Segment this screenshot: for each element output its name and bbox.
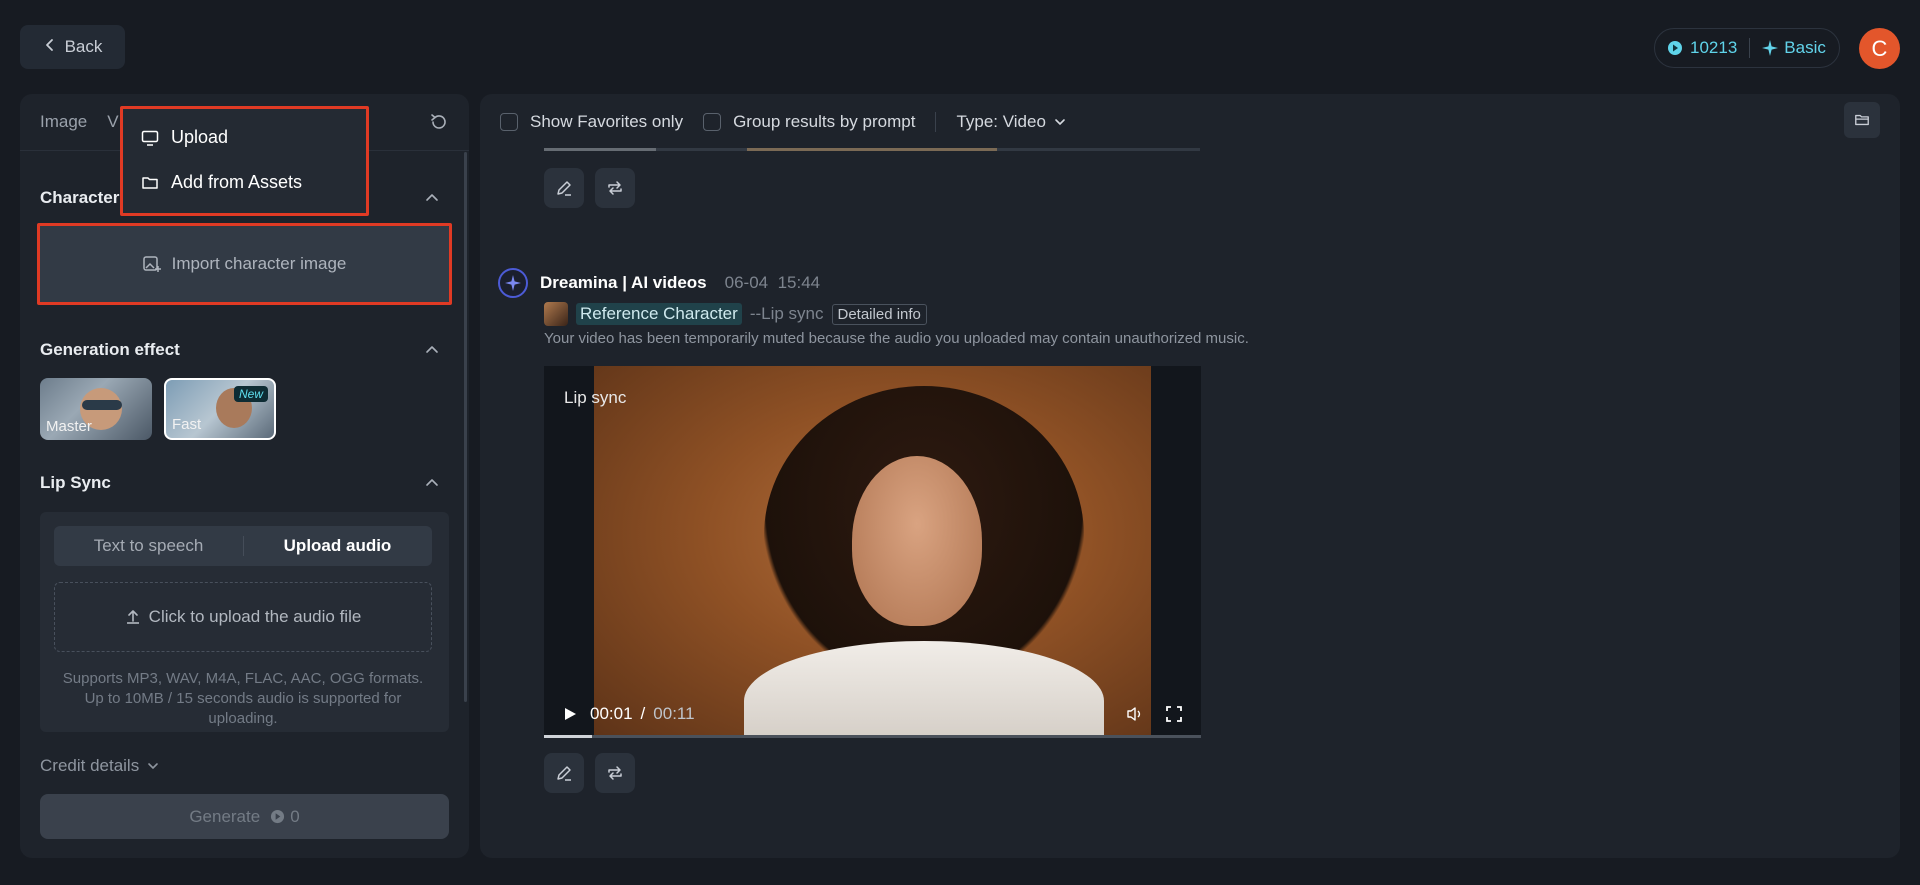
chevron-left-icon — [43, 37, 57, 57]
upload-audio-tab[interactable]: Upload audio — [243, 526, 432, 566]
video-player[interactable]: Lip sync 00:01 / 00:11 — [544, 366, 1201, 738]
effect-master-option[interactable]: Master — [40, 378, 152, 440]
refresh-icon[interactable] — [429, 112, 449, 132]
current-time: 00:01 — [590, 704, 633, 723]
muted-notice: Your video has been temporarily muted be… — [544, 330, 1249, 347]
video-label: Lip sync — [564, 388, 627, 407]
generation-effect-title: Generation effect — [40, 340, 180, 359]
edit-button[interactable] — [544, 168, 584, 208]
play-icon[interactable] — [562, 706, 578, 722]
folder-icon — [142, 176, 158, 189]
upload-audio-label: Click to upload the audio file — [148, 607, 362, 626]
upload-icon — [126, 610, 139, 624]
filter-bar: Show Favorites only Group results by pro… — [500, 112, 1086, 132]
dreamina-logo-icon — [498, 268, 528, 298]
lip-sync-box: Text to speech Upload audio Click to upl… — [40, 512, 449, 732]
upload-audio-dropzone[interactable]: Click to upload the audio file — [54, 582, 432, 652]
back-button[interactable]: Back — [20, 25, 125, 69]
group-results-filter[interactable]: Group results by prompt — [703, 112, 915, 132]
volume-muted-icon[interactable] — [1126, 705, 1144, 723]
repeat-icon — [608, 766, 622, 780]
reference-character-chip[interactable]: Reference Character — [576, 303, 742, 325]
effect-fast-option[interactable]: New Fast — [164, 378, 276, 440]
plan-badge[interactable]: Basic — [1762, 38, 1826, 58]
highlight-frame — [37, 223, 452, 305]
results-panel: Show Favorites only Group results by pro… — [480, 94, 1900, 858]
credit-coin-icon — [271, 809, 285, 824]
mode-tag: --Lip sync — [749, 304, 824, 323]
detailed-info-button[interactable]: Detailed info — [831, 303, 927, 325]
generate-button[interactable]: Generate 0 — [40, 794, 449, 839]
text-to-speech-tab[interactable]: Text to speech — [54, 526, 243, 566]
credits-count: 10213 — [1667, 38, 1737, 58]
chevron-up-icon[interactable] — [425, 191, 439, 205]
menu-item-upload[interactable]: Upload — [141, 127, 228, 148]
video-progress-bar[interactable] — [544, 735, 1201, 738]
new-badge: New — [233, 386, 268, 402]
previous-video-progress — [544, 148, 1200, 151]
post-author: Dreamina | AI videos — [540, 273, 707, 292]
video-controls: 00:01 / 00:11 — [562, 704, 1182, 724]
chevron-up-icon[interactable] — [425, 343, 439, 357]
audio-mode-toggle: Text to speech Upload audio — [54, 526, 432, 566]
chevron-up-icon[interactable] — [425, 476, 439, 490]
show-favorites-checkbox[interactable] — [500, 113, 518, 131]
credit-details-toggle[interactable]: Credit details — [40, 756, 159, 776]
prompt-line: Reference Character --Lip sync Detailed … — [544, 302, 927, 326]
support-text: Supports MP3, WAV, M4A, FLAC, AAC, OGG f… — [62, 670, 424, 727]
tab-image[interactable]: Image — [40, 112, 87, 132]
menu-item-add-from-assets[interactable]: Add from Assets — [141, 172, 302, 193]
upload-dropdown-menu: Upload Add from Assets — [120, 106, 369, 216]
pencil-icon — [557, 181, 571, 196]
mode-tabs: Image V — [40, 112, 119, 132]
reference-thumbnail — [544, 302, 568, 326]
duration: 00:11 — [653, 704, 695, 723]
chevron-down-icon — [1055, 119, 1065, 126]
pencil-icon — [557, 766, 571, 781]
fullscreen-icon[interactable] — [1166, 706, 1182, 722]
character-title: Character — [40, 188, 120, 207]
lip-sync-title: Lip Sync — [40, 473, 111, 492]
regenerate-button[interactable] — [595, 753, 635, 793]
group-results-checkbox[interactable] — [703, 113, 722, 131]
type-filter-dropdown[interactable]: Type: Video — [956, 112, 1065, 132]
monitor-icon — [141, 130, 159, 146]
repeat-icon — [608, 181, 622, 195]
folder-icon — [1855, 114, 1869, 126]
post-header: Dreamina | AI videos 06-04 15:44 — [498, 268, 820, 298]
back-label: Back — [64, 37, 103, 56]
sparkle-icon — [1762, 40, 1779, 56]
assets-folder-button[interactable] — [1844, 102, 1880, 138]
scrollbar[interactable] — [464, 152, 467, 702]
chevron-down-icon — [148, 763, 159, 770]
credits-pill[interactable]: 10213 Basic — [1654, 28, 1840, 68]
credit-coin-icon — [1668, 41, 1682, 55]
avatar[interactable]: C — [1859, 28, 1900, 69]
regenerate-button[interactable] — [595, 168, 635, 208]
tab-video[interactable]: V — [107, 112, 118, 132]
time-separator: / — [640, 704, 646, 723]
video-frame — [594, 366, 1151, 738]
edit-button[interactable] — [544, 753, 584, 793]
post-date: 06-04 15:44 — [724, 273, 821, 292]
show-favorites-filter[interactable]: Show Favorites only — [500, 112, 683, 132]
